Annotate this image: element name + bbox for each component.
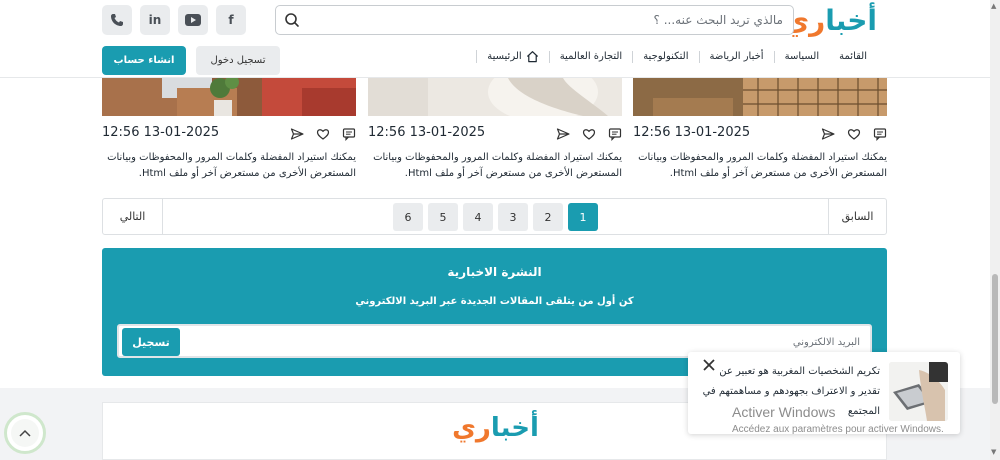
phone-button[interactable] (102, 5, 132, 35)
youtube-button[interactable] (178, 5, 208, 35)
heart-icon[interactable] (847, 126, 861, 140)
newsletter-subtitle: كن أول من يتلقى المقالات الجديدة عبر الب… (355, 296, 634, 307)
article-date: 12:56 13-01-2025 (633, 125, 751, 140)
next-page-button[interactable]: التالي (103, 199, 163, 234)
previous-page-button[interactable]: السابق (828, 199, 886, 234)
search-box[interactable] (275, 5, 794, 35)
article-excerpt[interactable]: يمكنك استيراد المفضلة وكلمات المرور والم… (102, 150, 356, 182)
activation-watermark-subtitle: Accédez aux paramètres pour activer Wind… (732, 424, 944, 435)
scrollbar-thumb[interactable] (992, 274, 998, 404)
page: أخباري f in الرئيسية التجارة العالمية ال… (0, 0, 1000, 460)
page-2-button[interactable]: 2 (533, 203, 563, 231)
comment-icon[interactable] (608, 126, 622, 141)
logo-part-1: أخبا (490, 413, 539, 443)
facebook-icon: f (228, 13, 234, 27)
nav-item-menu[interactable]: القائمة (829, 51, 877, 63)
nav-item-home-label: الرئيسية (487, 50, 522, 62)
close-icon[interactable] (702, 358, 716, 372)
search-input[interactable] (313, 10, 783, 30)
article-date: 12:56 13-01-2025 (368, 125, 486, 140)
scroll-to-top-button[interactable] (4, 412, 46, 454)
nav-item-politics[interactable]: السياسة (773, 50, 830, 63)
page-numbers: 6 5 4 3 2 1 (393, 203, 598, 231)
logo-part-2: ري (452, 413, 491, 443)
article-meta: 12:56 13-01-2025 (633, 124, 887, 142)
login-button[interactable]: تسجيل دخول (196, 46, 280, 75)
article-meta: 12:56 13-01-2025 (102, 124, 356, 142)
home-icon (526, 51, 538, 63)
nav-item-global-trade[interactable]: التجارة العالمية (548, 50, 633, 63)
email-field[interactable] (260, 334, 860, 350)
page-3-button[interactable]: 3 (498, 203, 528, 231)
article-excerpt[interactable]: يمكنك استيراد المفضلة وكلمات المرور والم… (633, 150, 887, 182)
article-image[interactable] (633, 78, 887, 116)
nav-item-technology[interactable]: التكنولوجية (632, 50, 698, 63)
comment-icon[interactable] (342, 126, 356, 141)
article-excerpt[interactable]: يمكنك استيراد المفضلة وكلمات المرور والم… (368, 150, 622, 182)
site-header: أخباري f in الرئيسية التجارة العالمية ال… (0, 0, 990, 78)
linkedin-button[interactable]: in (140, 5, 170, 35)
popup-image[interactable] (889, 362, 948, 421)
scroll-down-arrow-icon[interactable]: ▼ (991, 448, 996, 456)
page-4-button[interactable]: 4 (463, 203, 493, 231)
article-image[interactable] (102, 78, 356, 116)
article-date: 12:56 13-01-2025 (102, 125, 220, 140)
vertical-scrollbar[interactable]: ▲ ▼ (990, 0, 1000, 460)
nav-item-home[interactable]: الرئيسية (476, 50, 548, 63)
newsletter-subscribe-button[interactable]: تسجيل (122, 328, 180, 356)
site-logo[interactable]: أخباري (783, 4, 877, 37)
article-card[interactable]: 12:56 13-01-2025 يمكنك استيراد المفضلة و… (368, 78, 622, 182)
pagination: التالي 6 5 4 3 2 1 السابق (102, 198, 887, 235)
newsletter-title: النشرة الاخبارية (447, 265, 542, 279)
phone-icon (111, 14, 123, 26)
news-popup[interactable]: تكريم الشخصيات المغربية هو تعبير عن تقدي… (688, 352, 960, 434)
linkedin-icon: in (148, 13, 162, 27)
facebook-button[interactable]: f (216, 5, 246, 35)
main-nav: الرئيسية التجارة العالمية التكنولوجية أخ… (476, 50, 877, 63)
youtube-icon (185, 14, 201, 26)
article-card[interactable]: 12:56 13-01-2025 يمكنك استيراد المفضلة و… (633, 78, 887, 182)
page-1-button-active[interactable]: 1 (568, 203, 598, 231)
share-icon[interactable] (290, 126, 304, 140)
share-icon[interactable] (556, 126, 570, 140)
scroll-up-arrow-icon[interactable]: ▲ (991, 2, 996, 10)
article-image[interactable] (368, 78, 622, 116)
nav-item-sports[interactable]: أخبار الرياضة (698, 50, 774, 63)
heart-icon[interactable] (582, 126, 596, 140)
chevron-up-icon (19, 429, 31, 437)
page-6-button[interactable]: 6 (393, 203, 423, 231)
article-meta: 12:56 13-01-2025 (368, 124, 622, 142)
heart-icon[interactable] (316, 126, 330, 140)
page-5-button[interactable]: 5 (428, 203, 458, 231)
comment-icon[interactable] (873, 126, 887, 141)
search-icon[interactable] (284, 12, 300, 28)
share-icon[interactable] (821, 126, 835, 140)
article-card[interactable]: 12:56 13-01-2025 يمكنك استيراد المفضلة و… (102, 78, 356, 182)
register-button[interactable]: انشاء حساب (102, 46, 186, 75)
logo-part-1: أخبا (825, 4, 877, 37)
activation-watermark-title: Activer Windows (732, 404, 836, 420)
